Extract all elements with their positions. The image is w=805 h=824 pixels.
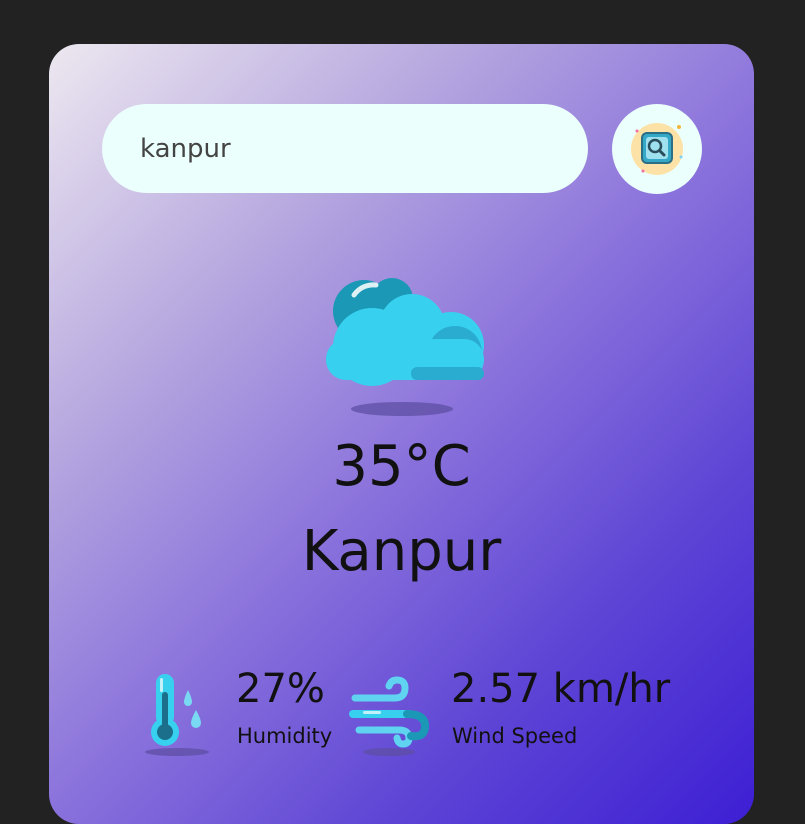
wind-speed-value: 2.57 km/hr (451, 666, 671, 712)
thermometer-humidity-icon (145, 674, 209, 756)
cloud-icon (326, 278, 484, 416)
humidity-label: Humidity (237, 724, 333, 748)
search-icon (631, 123, 683, 175)
humidity-value: 27% (236, 666, 325, 712)
wind-speed-label: Wind Speed (452, 724, 578, 748)
search-input[interactable] (102, 104, 588, 193)
weather-card: 35°C Kanpur 27% Humidity 2.57 km/hr Wind… (49, 44, 754, 824)
temperature: 35°C (332, 434, 471, 499)
search-button[interactable] (612, 104, 702, 194)
city-name: Kanpur (301, 519, 502, 584)
wind-icon (349, 676, 430, 756)
